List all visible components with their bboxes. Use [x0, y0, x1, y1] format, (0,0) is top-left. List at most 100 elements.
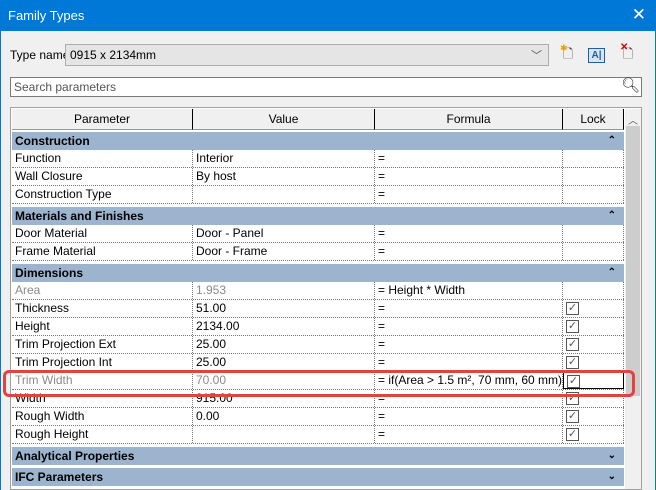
parameter-cell: Door Material — [12, 225, 193, 242]
value-cell[interactable]: 51.00 — [193, 300, 375, 317]
formula-cell[interactable]: = — [375, 426, 563, 443]
value-cell[interactable]: 915.00 — [193, 390, 375, 407]
table-row: Door Material Door - Panel = — [12, 225, 624, 243]
parameter-cell: Rough Height — [12, 426, 193, 443]
parameter-cell: Area — [12, 282, 193, 299]
lock-checkbox[interactable]: ✓ — [566, 320, 579, 333]
parameter-cell: Trim Width — [12, 372, 193, 389]
value-cell[interactable]: Interior — [193, 150, 375, 167]
value-cell[interactable]: By host — [193, 168, 375, 185]
parameter-cell: Wall Closure — [12, 168, 193, 185]
lock-checkbox[interactable]: ✓ — [567, 375, 580, 388]
collapse-icon[interactable]: ⌃ — [608, 264, 616, 282]
lock-cell: ✓ — [563, 408, 624, 425]
close-icon[interactable]: ✕ — [632, 5, 646, 25]
collapse-icon[interactable]: ⌃ — [608, 207, 616, 225]
formula-cell[interactable]: = — [375, 243, 563, 260]
lock-checkbox[interactable]: ✓ — [566, 392, 579, 405]
scroll-up-icon[interactable]: ︿ — [628, 112, 638, 127]
rename-type-icon[interactable]: A| — [588, 48, 605, 63]
value-cell[interactable]: Door - Frame — [193, 243, 375, 260]
scrollbar-thumb[interactable] — [626, 126, 640, 396]
formula-cell[interactable]: = — [375, 318, 563, 335]
value-cell[interactable]: Door - Panel — [193, 225, 375, 242]
group-header[interactable]: Analytical Properties ⌄ — [12, 447, 624, 465]
title-bar: Family Types ✕ — [0, 0, 656, 31]
value-cell[interactable] — [193, 426, 375, 443]
lock-cell: ✓ — [563, 390, 624, 407]
window-title: Family Types — [8, 8, 85, 23]
value-cell[interactable]: 70.00 — [193, 372, 375, 389]
expand-icon[interactable]: ⌄ — [608, 447, 616, 465]
value-cell[interactable]: 2134.00 — [193, 318, 375, 335]
formula-cell[interactable]: = — [375, 354, 563, 371]
parameter-cell: Thickness — [12, 300, 193, 317]
table-row: Trim Projection Ext 25.00 = ✓ — [12, 336, 624, 354]
group-header[interactable]: Construction ⌃ — [12, 132, 624, 150]
lock-checkbox[interactable]: ✓ — [566, 338, 579, 351]
parameter-cell: Construction Type — [12, 186, 193, 203]
column-header-parameter[interactable]: Parameter — [12, 109, 193, 130]
formula-cell[interactable]: = — [375, 225, 563, 242]
table-row: Thickness 51.00 = ✓ — [12, 300, 624, 318]
formula-cell[interactable]: = — [375, 390, 563, 407]
column-header-formula[interactable]: Formula — [375, 109, 563, 130]
new-type-icon[interactable]: ✱ 🗋 — [558, 43, 578, 65]
type-name-label: Type name: — [10, 48, 73, 62]
formula-cell[interactable]: = — [375, 150, 563, 167]
value-cell[interactable] — [193, 186, 375, 203]
value-cell[interactable]: 25.00 — [193, 336, 375, 353]
table-row: Area 1.953 = Height * Width — [12, 282, 624, 300]
parameter-cell: Frame Material — [12, 243, 193, 260]
lock-cell — [563, 150, 624, 167]
search-icon[interactable]: 🔍︎ — [621, 76, 640, 94]
group-name: Analytical Properties — [15, 449, 135, 463]
table-row: Trim Projection Int 25.00 = ✓ — [12, 354, 624, 372]
formula-cell[interactable]: = — [375, 408, 563, 425]
table-row: Width 915.00 = ✓ — [12, 390, 624, 408]
collapse-icon[interactable]: ⌃ — [608, 132, 616, 150]
lock-cell — [563, 168, 624, 185]
group-header[interactable]: IFC Parameters ⌄ — [12, 468, 624, 486]
type-name-dropdown[interactable]: 0915 x 2134mm ﹀ — [65, 44, 549, 66]
delete-type-icon[interactable]: ✕ 🗋 — [618, 42, 638, 65]
vertical-scrollbar[interactable]: ︿ — [625, 109, 641, 489]
column-header-value[interactable]: Value — [193, 109, 375, 130]
value-cell[interactable]: 1.953 — [193, 282, 375, 299]
parameter-cell: Rough Width — [12, 408, 193, 425]
grid-header: Parameter Value Formula Lock — [12, 109, 624, 130]
table-row: Frame Material Door - Frame = — [12, 243, 624, 261]
parameters-grid: Parameter Value Formula Lock Constructio… — [10, 107, 642, 490]
type-name-value: 0915 x 2134mm — [70, 48, 157, 62]
formula-cell[interactable]: = if(Area > 1.5 m², 70 mm, 60 mm) — [375, 372, 563, 389]
column-header-lock[interactable]: Lock — [563, 109, 624, 130]
expand-icon[interactable]: ⌄ — [608, 468, 616, 486]
group-header[interactable]: Dimensions ⌃ — [12, 264, 624, 282]
lock-cell: ✓ — [563, 372, 624, 389]
formula-cell[interactable]: = Height * Width — [375, 282, 563, 299]
lock-checkbox[interactable]: ✓ — [566, 428, 579, 441]
table-row: Wall Closure By host = — [12, 168, 624, 186]
parameter-cell: Function — [12, 150, 193, 167]
grid-rows: Construction ⌃ Function Interior = Wall Closu… — [12, 131, 624, 486]
chevron-down-icon: ﹀ — [531, 50, 542, 62]
lock-checkbox[interactable]: ✓ — [566, 302, 579, 315]
table-row: Function Interior = — [12, 150, 624, 168]
formula-text: = if(Area > 1.5 m², 70 mm, 60 mm) — [378, 373, 563, 387]
formula-cell[interactable]: = — [375, 186, 563, 203]
formula-cell[interactable]: = — [375, 300, 563, 317]
formula-cell[interactable]: = — [375, 168, 563, 185]
value-cell[interactable]: 25.00 — [193, 354, 375, 371]
lock-cell: ✓ — [563, 300, 624, 317]
formula-cell[interactable]: = — [375, 336, 563, 353]
search-placeholder: Search parameters — [14, 80, 117, 94]
lock-cell — [563, 225, 624, 242]
table-row: Trim Width 70.00 = if(Area > 1.5 m², 70 mm… — [12, 372, 624, 390]
parameter-cell: Trim Projection Ext — [12, 336, 193, 353]
lock-checkbox[interactable]: ✓ — [566, 410, 579, 423]
value-cell[interactable]: 0.00 — [193, 408, 375, 425]
lock-checkbox[interactable]: ✓ — [566, 356, 579, 369]
group-header[interactable]: Materials and Finishes ⌃ — [12, 207, 624, 225]
lock-cell: ✓ — [563, 318, 624, 335]
search-input[interactable]: Search parameters 🔍︎ — [10, 77, 642, 97]
